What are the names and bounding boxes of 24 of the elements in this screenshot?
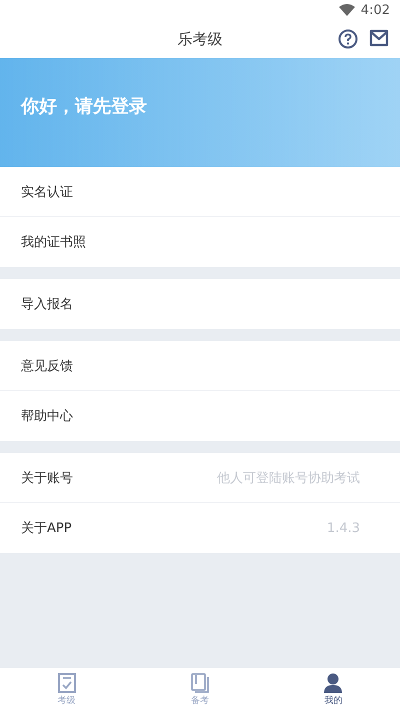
menu-item[interactable]: 导入报名: [0, 279, 400, 329]
mail-icon[interactable]: [369, 29, 389, 47]
help-icon[interactable]: [338, 29, 358, 49]
menu-item[interactable]: 帮助中心: [0, 391, 400, 441]
menu-item[interactable]: 意见反馈: [0, 341, 400, 391]
menu-value: 1.4.3: [326, 520, 360, 536]
page-title: 乐考级: [178, 30, 222, 48]
menu-item[interactable]: 实名认证: [0, 167, 400, 217]
checklist-icon: [58, 672, 76, 692]
menu-label: 关于APP: [21, 520, 72, 537]
menu-item[interactable]: 关于APP 1.4.3: [0, 503, 400, 553]
person-icon: [324, 672, 342, 692]
menu-label: 实名认证: [21, 184, 73, 200]
menu-label: 关于账号: [21, 470, 73, 486]
menu-label: 我的证书照: [21, 234, 86, 251]
menu-item[interactable]: 关于账号 他人可登陆账号协助考试: [0, 453, 400, 503]
menu-value: 他人可登陆账号协助考试: [217, 470, 360, 486]
menu-label: 帮助中心: [21, 408, 73, 425]
menu-label: 意见反馈: [21, 358, 73, 374]
menu-label: 导入报名: [21, 296, 73, 313]
menu-item[interactable]: 我的证书照: [0, 217, 400, 267]
status-time: 4:02: [360, 2, 390, 18]
wifi-icon: [338, 4, 355, 16]
book-icon: [190, 672, 209, 692]
